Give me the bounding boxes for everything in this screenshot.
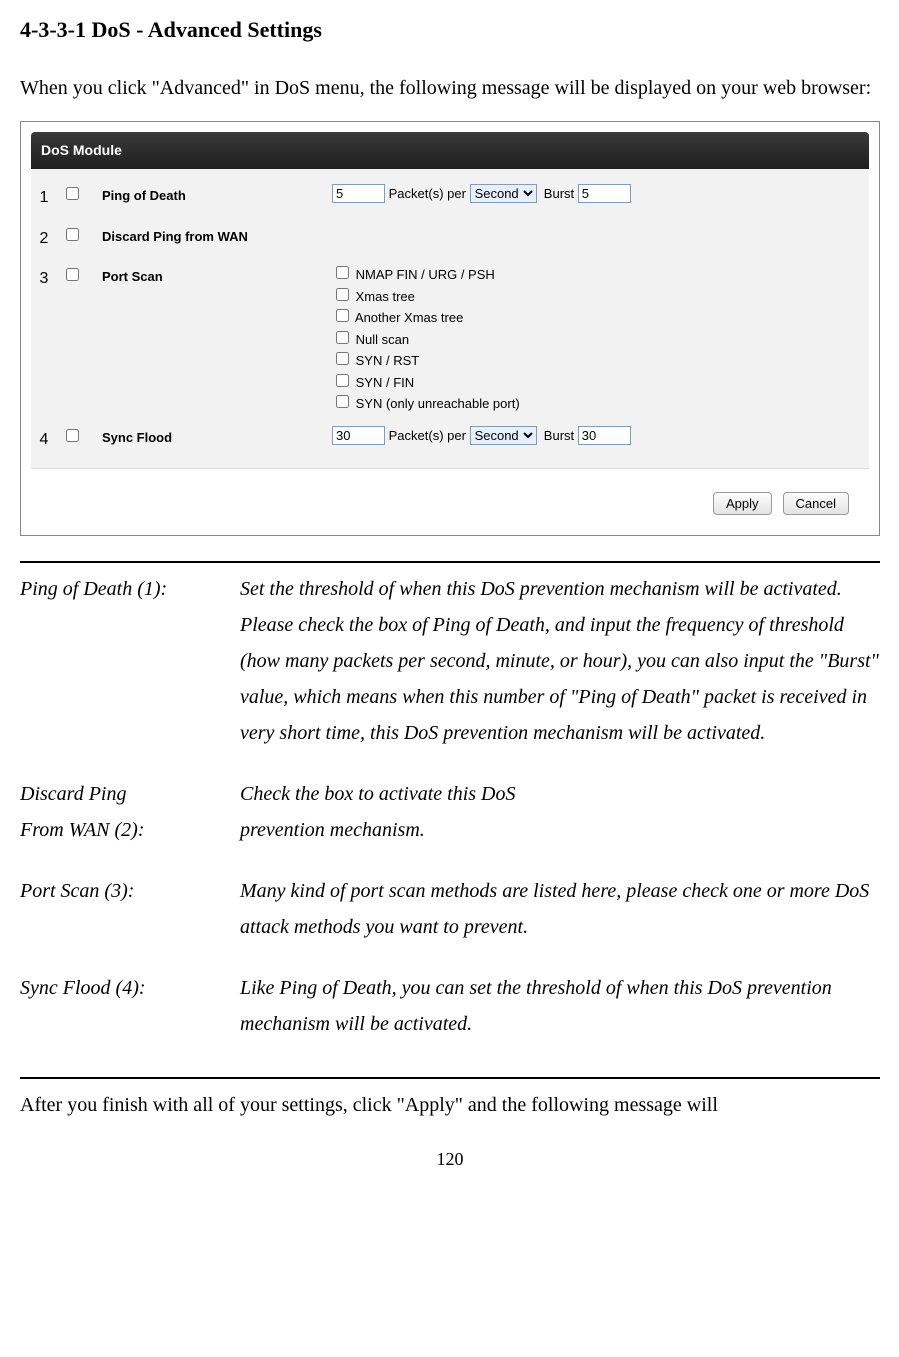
port-scan-options: NMAP FIN / URG / PSH Xmas tree Another X… <box>332 263 869 414</box>
discard-ping-checkbox[interactable] <box>66 228 79 241</box>
portscan-opt-label: Xmas tree <box>356 289 415 304</box>
ping-of-death-checkbox[interactable] <box>66 187 79 200</box>
screenshot-figure: DoS Module 1 Ping of Death Packet(s) per… <box>20 121 880 536</box>
portscan-opt-label: Null scan <box>356 332 409 347</box>
burst-label: Burst <box>544 428 574 443</box>
apply-button[interactable]: Apply <box>713 492 772 515</box>
burst-label: Burst <box>544 186 574 201</box>
def-term-ping-of-death: Ping of Death (1): <box>20 571 240 776</box>
portscan-opt-checkbox[interactable] <box>336 352 349 365</box>
row-port-scan: 3 Port Scan NMAP FIN / URG / PSH Xmas tr… <box>31 258 869 419</box>
portscan-opt-label: SYN / FIN <box>356 375 415 390</box>
port-scan-checkbox[interactable] <box>66 268 79 281</box>
def-term-port-scan: Port Scan (3): <box>20 873 240 970</box>
sync-flood-label: Sync Flood <box>87 424 332 449</box>
portscan-opt-checkbox[interactable] <box>336 331 349 344</box>
definitions-table: Ping of Death (1): Set the threshold of … <box>20 571 880 1067</box>
definition-row: Port Scan (3): Many kind of port scan me… <box>20 873 880 970</box>
def-desc-port-scan: Many kind of port scan methods are liste… <box>240 873 880 970</box>
row-discard-ping: 2 Discard Ping from WAN <box>31 218 869 259</box>
intro-paragraph: When you click "Advanced" in DoS menu, t… <box>20 70 880 106</box>
def-desc-sync-flood: Like Ping of Death, you can set the thre… <box>240 970 880 1067</box>
cancel-button[interactable]: Cancel <box>783 492 849 515</box>
def-desc-discard-ping: Check the box to activate this DoS preve… <box>240 776 880 873</box>
ping-of-death-burst-input[interactable] <box>578 184 631 203</box>
annotation-1: 1 <box>31 182 57 213</box>
sync-flood-burst-input[interactable] <box>578 426 631 445</box>
definition-row: Ping of Death (1): Set the threshold of … <box>20 571 880 776</box>
def-desc-ping-of-death: Set the threshold of when this DoS preve… <box>240 571 880 776</box>
port-scan-label: Port Scan <box>87 263 332 288</box>
portscan-opt-checkbox[interactable] <box>336 395 349 408</box>
packets-per-text: Packet(s) per <box>389 428 466 443</box>
ping-of-death-unit-select[interactable]: Second <box>470 184 537 203</box>
def-term-discard-ping: Discard Ping From WAN (2): <box>20 776 240 873</box>
annotation-2: 2 <box>31 223 57 254</box>
definition-row: Discard Ping From WAN (2): Check the box… <box>20 776 880 873</box>
row-ping-of-death: 1 Ping of Death Packet(s) per Second Bur… <box>31 177 869 218</box>
portscan-opt-checkbox[interactable] <box>336 266 349 279</box>
module-title: DoS Module <box>31 132 869 169</box>
ping-of-death-value-input[interactable] <box>332 184 385 203</box>
portscan-opt-label: NMAP FIN / URG / PSH <box>356 267 495 282</box>
row-sync-flood: 4 Sync Flood Packet(s) per Second Burst <box>31 419 869 460</box>
sync-flood-value-input[interactable] <box>332 426 385 445</box>
portscan-opt-checkbox[interactable] <box>336 288 349 301</box>
portscan-opt-label: SYN (only unreachable port) <box>356 396 520 411</box>
button-row: Apply Cancel <box>31 468 869 525</box>
definition-row: Sync Flood (4): Like Ping of Death, you … <box>20 970 880 1067</box>
portscan-opt-label: Another Xmas tree <box>355 310 463 325</box>
divider <box>20 561 880 563</box>
annotation-4: 4 <box>31 424 57 455</box>
page-number: 120 <box>20 1143 880 1175</box>
module-body: 1 Ping of Death Packet(s) per Second Bur… <box>31 169 869 468</box>
sync-flood-unit-select[interactable]: Second <box>470 426 537 445</box>
discard-ping-label: Discard Ping from WAN <box>87 223 332 248</box>
portscan-opt-checkbox[interactable] <box>336 374 349 387</box>
packets-per-text: Packet(s) per <box>389 186 466 201</box>
portscan-opt-checkbox[interactable] <box>336 309 349 322</box>
def-term-sync-flood: Sync Flood (4): <box>20 970 240 1067</box>
sync-flood-checkbox[interactable] <box>66 429 79 442</box>
divider <box>20 1077 880 1079</box>
ping-of-death-label: Ping of Death <box>87 182 332 207</box>
section-heading: 4-3-3-1 DoS - Advanced Settings <box>20 10 880 50</box>
annotation-3: 3 <box>31 263 57 294</box>
outro-paragraph: After you finish with all of your settin… <box>20 1087 880 1123</box>
portscan-opt-label: SYN / RST <box>356 353 420 368</box>
